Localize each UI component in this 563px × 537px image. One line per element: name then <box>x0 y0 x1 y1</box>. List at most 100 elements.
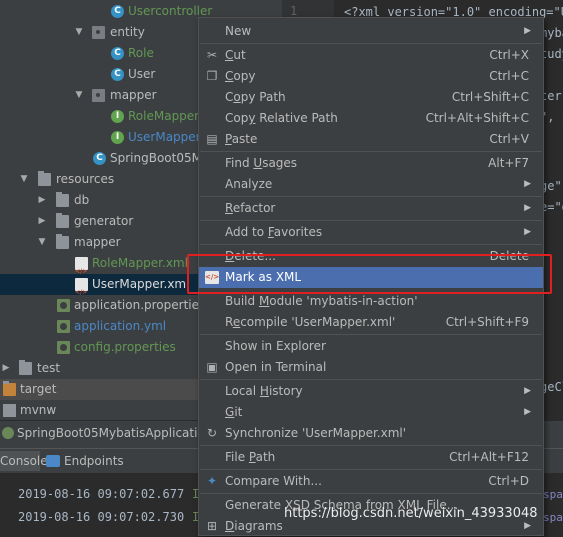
menu-item-find-usages[interactable]: Find Usages Alt+F7 <box>199 153 543 174</box>
submenu-arrow-icon: ▶ <box>524 227 531 237</box>
menu-item-cut[interactable]: ✂ Cut Ctrl+X <box>199 45 543 66</box>
tree-item-label: UserMapper.xml <box>92 277 190 291</box>
scissors-icon: ✂ <box>206 48 218 62</box>
tree-item-label: db <box>74 193 90 207</box>
menu-item-refactor[interactable]: Refactor ▶ <box>199 198 543 219</box>
menu-item-label: New <box>225 24 252 38</box>
run-config-label: SpringBoot05MybatisApplicatio <box>17 426 205 440</box>
line-number: 1 <box>290 4 298 18</box>
properties-file-icon <box>57 299 70 312</box>
menu-item-synchronize[interactable]: ↻ Synchronize 'UserMapper.xml' <box>199 423 543 444</box>
menu-item-label: Build Module 'mybatis-in-action' <box>225 294 418 308</box>
menu-item-compare-with[interactable]: ✦ Compare With... Ctrl+D <box>199 471 543 492</box>
chevron-down-icon[interactable]: ▼ <box>74 22 84 43</box>
tree-item-label: User <box>128 67 156 81</box>
menu-item-add-to-favorites[interactable]: Add to Favorites ▶ <box>199 222 543 243</box>
tree-item-label: target <box>20 382 57 396</box>
chevron-right-icon[interactable]: ▶ <box>1 358 11 379</box>
endpoints-icon <box>46 455 60 467</box>
menu-separator <box>200 469 542 470</box>
package-icon <box>92 26 105 39</box>
menu-item-copy[interactable]: ❐ Copy Ctrl+C <box>199 66 543 87</box>
shortcut: Ctrl+X <box>489 48 529 62</box>
menu-separator <box>200 244 542 245</box>
submenu-arrow-icon: ▶ <box>524 179 531 189</box>
log-timestamp: 2019-08-16 09:07:02.730 <box>18 510 185 524</box>
package-icon <box>92 89 105 102</box>
xml-file-icon <box>75 257 88 282</box>
menu-item-label: Add to Favorites <box>225 225 323 239</box>
tree-item-label: config.properties <box>74 340 176 354</box>
menu-item-label: Refactor <box>225 201 276 215</box>
spring-class-icon: C <box>93 152 106 165</box>
menu-item-new[interactable]: New ▶ <box>199 21 543 42</box>
properties-file-icon <box>57 341 70 354</box>
folder-icon <box>56 213 69 228</box>
tab-console[interactable]: Console <box>0 451 48 471</box>
class-icon: C <box>111 47 124 60</box>
menu-item-file-path[interactable]: File Path Ctrl+Alt+F12 <box>199 447 543 468</box>
folder-icon <box>38 171 51 186</box>
menu-item-git[interactable]: Git ▶ <box>199 402 543 423</box>
shortcut: Ctrl+V <box>489 132 529 146</box>
yml-file-icon <box>57 320 70 333</box>
tree-item-label: resources <box>56 172 115 186</box>
menu-item-label: Copy <box>225 69 256 83</box>
class-icon: C <box>111 68 124 81</box>
chevron-down-icon[interactable]: ▼ <box>74 85 84 106</box>
menu-item-build-module[interactable]: Build Module 'mybatis-in-action' <box>199 291 543 312</box>
menu-item-open-in-terminal[interactable]: ▣ Open in Terminal <box>199 357 543 378</box>
shortcut: Ctrl+Shift+F9 <box>445 315 529 329</box>
menu-separator <box>200 151 542 152</box>
chevron-down-icon[interactable]: ▼ <box>37 232 47 253</box>
menu-item-copy-relative-path[interactable]: Copy Relative Path Ctrl+Alt+Shift+C <box>199 108 543 129</box>
tree-item-label: mapper <box>110 88 157 102</box>
sync-icon: ↻ <box>206 426 218 440</box>
tree-item-label: UserMapper <box>128 130 201 144</box>
diagram-icon: ⊞ <box>206 519 218 533</box>
tree-item-label: RoleMapper.xml <box>92 256 188 270</box>
menu-item-label: Analyze <box>225 177 273 191</box>
shortcut: Ctrl+Alt+Shift+C <box>425 111 529 125</box>
tree-item-label: mvnw <box>20 403 57 417</box>
chevron-right-icon[interactable]: ▶ <box>37 211 47 232</box>
menu-item-copy-path[interactable]: Copy Path Ctrl+Shift+C <box>199 87 543 108</box>
tree-item-label: mapper <box>74 235 121 249</box>
folder-icon <box>56 234 69 249</box>
tab-label: Console <box>0 454 48 468</box>
tree-item-label: application.properties <box>74 298 206 312</box>
menu-item-label: Show in Explorer <box>225 339 326 353</box>
menu-item-label: Local History <box>225 384 303 398</box>
tab-endpoints[interactable]: Endpoints <box>46 451 126 471</box>
annotation-highlight-box <box>187 254 552 294</box>
log-tail: spa <box>543 511 563 524</box>
interface-icon: I <box>111 131 124 144</box>
log-timestamp: 2019-08-16 09:07:02.677 <box>18 487 185 501</box>
tree-item-label: generator <box>74 214 134 228</box>
tab-label: Endpoints <box>64 454 124 468</box>
menu-item-analyze[interactable]: Analyze ▶ <box>199 174 543 195</box>
menu-separator <box>200 379 542 380</box>
menu-item-show-in-explorer[interactable]: Show in Explorer <box>199 336 543 357</box>
menu-item-recompile[interactable]: Recompile 'UserMapper.xml' Ctrl+Shift+F9 <box>199 312 543 333</box>
menu-item-label: Copy Path <box>225 90 286 104</box>
compare-icon: ✦ <box>206 474 218 488</box>
submenu-arrow-icon: ▶ <box>524 26 531 36</box>
run-config-title[interactable]: SpringBoot05MybatisApplicatio <box>2 426 205 440</box>
menu-item-local-history[interactable]: Local History ▶ <box>199 381 543 402</box>
file-icon <box>3 404 16 417</box>
chevron-right-icon[interactable]: ▶ <box>37 190 47 211</box>
menu-separator <box>200 196 542 197</box>
tree-item-label: RoleMapper <box>128 109 200 123</box>
menu-item-label: Paste <box>225 132 258 146</box>
menu-item-label: Cut <box>225 48 246 62</box>
folder-icon <box>19 360 32 375</box>
menu-item-paste[interactable]: ▤ Paste Ctrl+V <box>199 129 543 150</box>
menu-separator <box>200 220 542 221</box>
menu-item-label: Find Usages <box>225 156 298 170</box>
chevron-down-icon[interactable]: ▼ <box>19 169 29 190</box>
shortcut: Ctrl+C <box>489 69 529 83</box>
menu-item-label: Recompile 'UserMapper.xml' <box>225 315 396 329</box>
copy-icon: ❐ <box>206 69 218 83</box>
class-icon: C <box>111 5 124 18</box>
